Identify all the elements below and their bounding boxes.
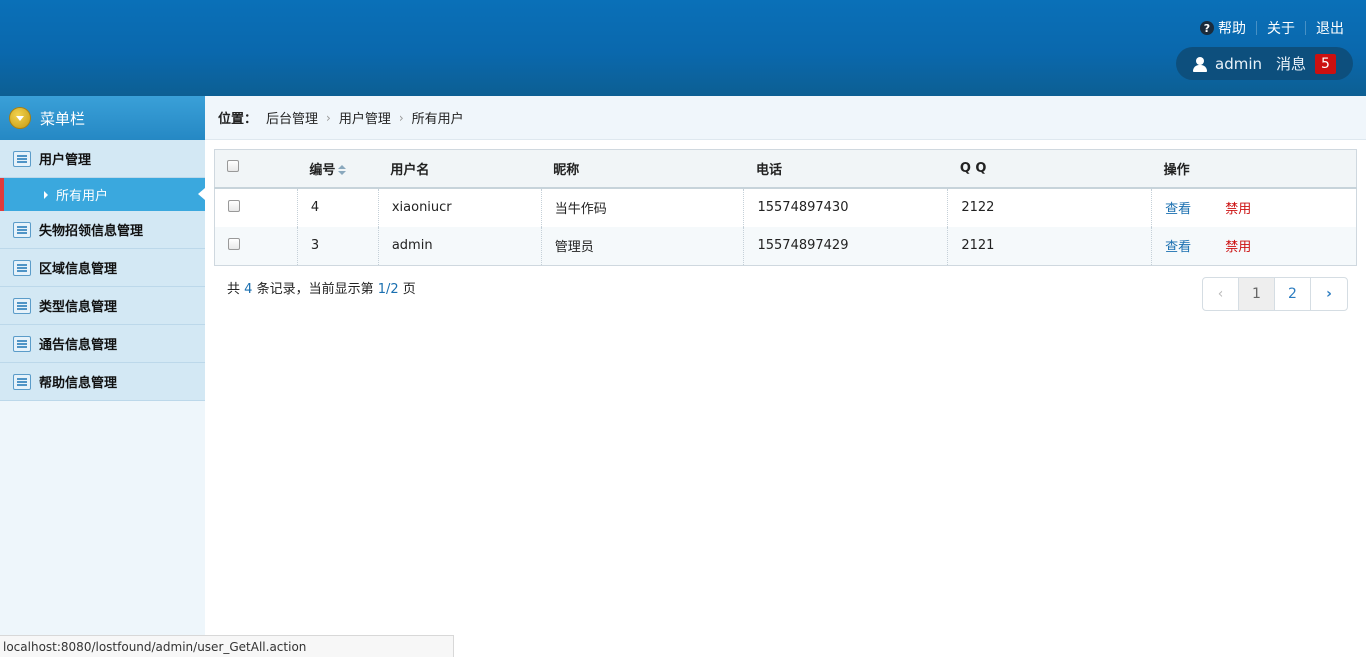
list-icon xyxy=(13,335,31,352)
sidebar-item-label: 通告信息管理 xyxy=(39,338,118,353)
cell-id: 3 xyxy=(297,226,379,266)
column-header-nickname: 昵称 xyxy=(541,149,744,189)
list-icon xyxy=(13,150,31,167)
summary-prefix: 共 xyxy=(227,282,241,297)
breadcrumb-label: 位置： xyxy=(218,112,258,127)
select-all-checkbox[interactable] xyxy=(227,160,239,173)
table-row: 3 admin 管理员 15574897429 2121 查看 禁用 xyxy=(214,226,1357,266)
cell-id: 4 xyxy=(297,187,379,227)
breadcrumb-item[interactable]: 用户管理 xyxy=(339,108,391,127)
records-summary: 共 4 条记录，当前显示第 1/2 页 xyxy=(227,278,416,297)
pagination: ‹ 1 2 › xyxy=(1202,277,1348,311)
select-all-cell xyxy=(214,149,298,189)
user-icon xyxy=(1192,56,1208,72)
sidebar-item-label: 区域信息管理 xyxy=(39,262,118,277)
status-bar-url: localhost:8080/lostfound/admin/user_GetA… xyxy=(0,635,454,657)
sidebar-item-label: 失物招领信息管理 xyxy=(39,224,144,239)
summary-middle: 条记录，当前显示第 xyxy=(256,282,374,297)
collapse-icon xyxy=(9,107,31,129)
list-icon xyxy=(13,259,31,276)
ban-link[interactable]: 禁用 xyxy=(1225,240,1251,255)
cell-qq: 2122 xyxy=(947,187,1153,227)
cell-actions: 查看 禁用 xyxy=(1151,226,1357,266)
logout-link[interactable]: 退出 xyxy=(1316,18,1344,38)
top-header: ? 帮助 关于 退出 admin 消息 5 xyxy=(0,0,1366,96)
cell-actions: 查看 禁用 xyxy=(1152,188,1357,227)
ban-link[interactable]: 禁用 xyxy=(1225,202,1251,217)
table-header-row: 编号 用户名 昵称 电话 Q Q 操作 xyxy=(214,149,1357,189)
sidebar-item-label: 用户管理 xyxy=(39,153,92,168)
cell-username: admin xyxy=(378,226,542,266)
username[interactable]: admin xyxy=(1215,55,1262,73)
users-table: 编号 用户名 昵称 电话 Q Q 操作 4 xiaoniucr 当牛作码 155… xyxy=(214,149,1357,266)
row-checkbox[interactable] xyxy=(228,237,240,250)
list-icon xyxy=(13,373,31,390)
messages-link[interactable]: 消息 xyxy=(1276,53,1306,74)
sidebar-item-type-management[interactable]: 类型信息管理 xyxy=(0,287,205,325)
sidebar-title: 菜单栏 xyxy=(40,109,86,128)
next-page-button[interactable]: › xyxy=(1311,278,1347,310)
view-link[interactable]: 查看 xyxy=(1165,202,1191,217)
caret-right-icon xyxy=(44,190,48,199)
sidebar-item-user-management[interactable]: 用户管理 xyxy=(0,140,205,178)
chevron-right-icon: › xyxy=(398,110,404,125)
row-select-cell xyxy=(214,187,298,227)
sidebar: 菜单栏 用户管理 所有用户 失物招领信息管理 区域信息管理 类型信息管理 通告信… xyxy=(0,96,205,657)
sidebar-item-lostfound-management[interactable]: 失物招领信息管理 xyxy=(0,211,205,249)
help-link[interactable]: ? 帮助 xyxy=(1200,18,1246,38)
chevron-right-icon: › xyxy=(326,110,331,125)
cell-phone: 15574897429 xyxy=(743,226,949,266)
top-links: ? 帮助 关于 退出 xyxy=(1200,18,1344,38)
help-label: 帮助 xyxy=(1218,21,1246,37)
cell-nickname: 管理员 xyxy=(541,226,745,266)
sidebar-item-notice-management[interactable]: 通告信息管理 xyxy=(0,325,205,363)
help-icon: ? xyxy=(1200,21,1214,35)
messages-count-badge[interactable]: 5 xyxy=(1315,53,1337,74)
cell-nickname: 当牛作码 xyxy=(541,187,745,227)
list-icon xyxy=(13,297,31,314)
column-header-qq: Q Q xyxy=(947,149,1152,189)
row-checkbox[interactable] xyxy=(228,199,240,212)
divider xyxy=(1256,21,1257,35)
cell-phone: 15574897430 xyxy=(743,187,949,227)
column-header-username: 用户名 xyxy=(378,149,542,189)
column-header-phone: 电话 xyxy=(743,149,948,189)
summary-page: 1/2 xyxy=(377,282,399,297)
column-label: 编号 xyxy=(309,162,336,178)
sidebar-header[interactable]: 菜单栏 xyxy=(0,96,205,140)
breadcrumb-item[interactable]: 所有用户 xyxy=(412,108,464,127)
sidebar-item-label: 帮助信息管理 xyxy=(39,376,118,391)
summary-total: 4 xyxy=(244,282,253,297)
prev-page-button[interactable]: ‹ xyxy=(1203,278,1239,310)
column-header-actions: 操作 xyxy=(1151,149,1357,189)
summary-suffix: 页 xyxy=(402,282,416,297)
page-button[interactable]: 2 xyxy=(1275,278,1311,310)
divider xyxy=(1305,21,1306,35)
row-select-cell xyxy=(214,226,298,266)
sidebar-item-label: 类型信息管理 xyxy=(39,300,118,315)
user-bar: admin 消息 5 xyxy=(1176,47,1353,80)
view-link[interactable]: 查看 xyxy=(1165,240,1191,255)
sidebar-item-area-management[interactable]: 区域信息管理 xyxy=(0,249,205,287)
list-icon xyxy=(13,221,31,238)
sidebar-subitem-label: 所有用户 xyxy=(56,189,109,204)
sidebar-item-help-management[interactable]: 帮助信息管理 xyxy=(0,363,205,401)
sort-icon[interactable] xyxy=(338,165,347,176)
page-button[interactable]: 1 xyxy=(1239,278,1275,310)
about-link[interactable]: 关于 xyxy=(1267,18,1295,38)
breadcrumb: 位置： 后台管理 › 用户管理 › 所有用户 xyxy=(205,96,1366,140)
breadcrumb-item[interactable]: 后台管理 xyxy=(266,108,318,127)
sidebar-subitem-all-users[interactable]: 所有用户 xyxy=(0,178,205,211)
cell-qq: 2121 xyxy=(947,226,1153,266)
column-header-id[interactable]: 编号 xyxy=(297,149,379,189)
table-row: 4 xiaoniucr 当牛作码 15574897430 2122 查看 禁用 xyxy=(214,187,1357,227)
cell-username: xiaoniucr xyxy=(378,187,542,227)
